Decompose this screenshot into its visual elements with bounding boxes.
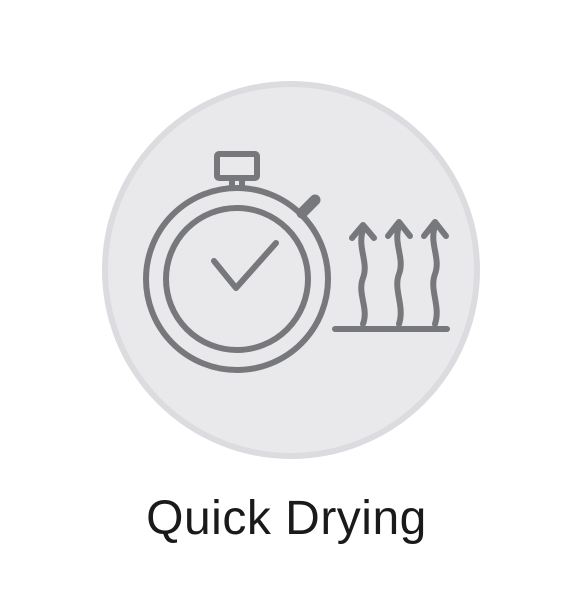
quick-drying-icon [102, 81, 480, 459]
quick-drying-feature: Quick Drying [0, 0, 573, 596]
badge-circle [102, 81, 480, 459]
quick-drying-badge [101, 80, 481, 460]
feature-label: Quick Drying [146, 492, 427, 545]
